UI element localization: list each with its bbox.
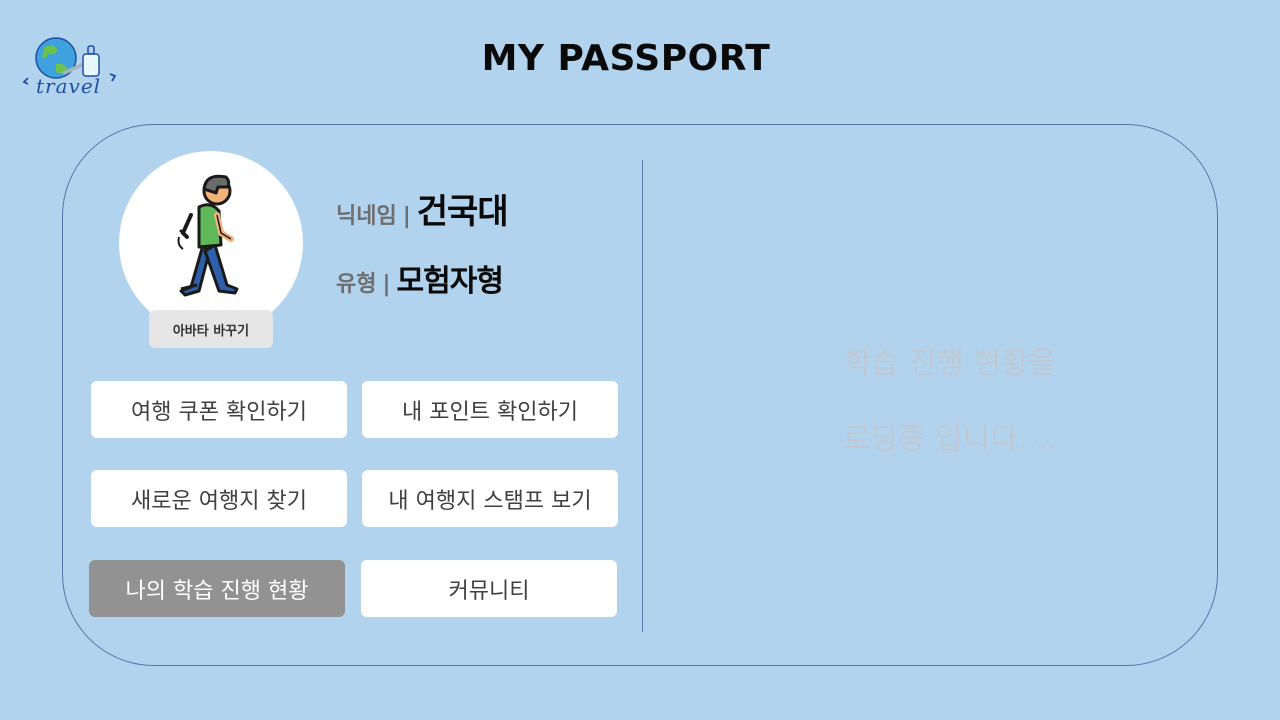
type-row: 유형 | 모험자형 — [336, 256, 504, 300]
page-title: MY PASSPORT — [481, 38, 771, 79]
loading-text-line2: 로딩중 입니다…. — [842, 422, 1058, 457]
view-stamps-button[interactable]: 내 여행지 스탬프 보기 — [362, 470, 618, 527]
find-destination-button[interactable]: 새로운 여행지 찾기 — [91, 470, 347, 527]
learning-progress-button[interactable]: 나의 학습 진행 현황 — [89, 560, 345, 617]
check-coupon-button[interactable]: 여행 쿠폰 확인하기 — [91, 381, 347, 438]
change-avatar-button[interactable]: 아바타 바꾸기 — [149, 310, 273, 348]
card-divider — [642, 160, 643, 632]
community-button[interactable]: 커뮤니티 — [361, 560, 617, 617]
type-value: 모험자형 — [396, 264, 504, 299]
avatar — [119, 151, 303, 335]
nickname-separator: | — [402, 204, 411, 229]
nickname-value: 건국대 — [416, 192, 509, 232]
loading-text-line1: 학습 진행 현황을 — [843, 346, 1057, 381]
type-separator: | — [382, 272, 391, 297]
nickname-label: 닉네임 — [336, 204, 397, 229]
nickname-row: 닉네임 | 건국대 — [336, 184, 509, 233]
type-label: 유형 — [336, 272, 377, 297]
passport-screen: travel MY PASSPORT 아바타 바꾸기 닉네임 | 건국대 유형 … — [0, 0, 1280, 720]
check-points-button[interactable]: 내 포인트 확인하기 — [362, 381, 618, 438]
walking-person-icon — [177, 174, 239, 297]
